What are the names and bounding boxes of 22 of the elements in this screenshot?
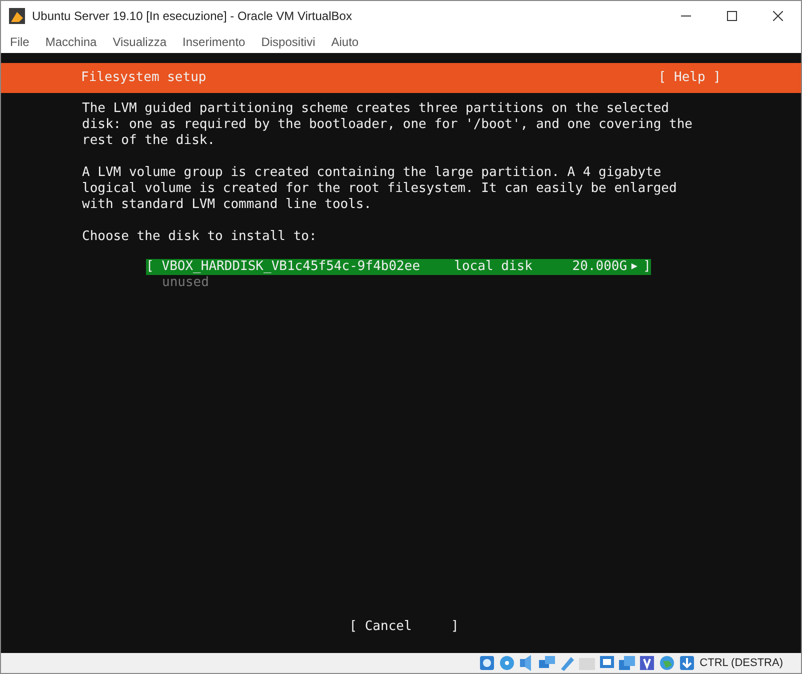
description-paragraph: A LVM volume group is created containing the large partition. A 4 gigabyte logical volume is created for the root filesystem. It can easily be enlarged with standard LVM command line tools. [82,165,678,213]
menu-item[interactable]: Dispositivi [261,33,316,51]
menu-item[interactable]: Inserimento [182,33,246,51]
maximize-icon [727,11,737,21]
app-icon [9,8,25,24]
close-icon [773,11,783,21]
host-key-label: CTRL (DESTRA) [700,656,783,671]
menu-item[interactable]: Visualizza [112,33,167,51]
menu-item[interactable]: Macchina [45,33,97,51]
download-icon[interactable] [678,654,696,672]
disk-option[interactable]: [ VBOX_HARDDISK_VB1c45f54c-9f4b02ee local disk 20.000G ▶ ] [146,259,651,275]
disk-status: unused [161,275,210,291]
cancel-button[interactable]: [ Cancel ] [349,619,459,635]
menu-item[interactable]: Aiuto [331,33,359,51]
chip-icon[interactable] [638,654,656,672]
prompt-text: Choose the disk to install to: [82,229,318,245]
header-title: Filesystem setup [81,70,206,86]
description-paragraph: The LVM guided partitioning scheme creates three partitions on the selected disk: one as required by the bootloader, one for '/boot', and one covering the rest of the disk. [82,101,694,149]
menu-item[interactable]: File [10,33,30,51]
window-title: Ubuntu Server 19.10 [In esecuzione] - Oracle VM VirtualBox [32,8,352,25]
globe-icon[interactable] [658,654,676,672]
disc-icon[interactable] [498,654,516,672]
